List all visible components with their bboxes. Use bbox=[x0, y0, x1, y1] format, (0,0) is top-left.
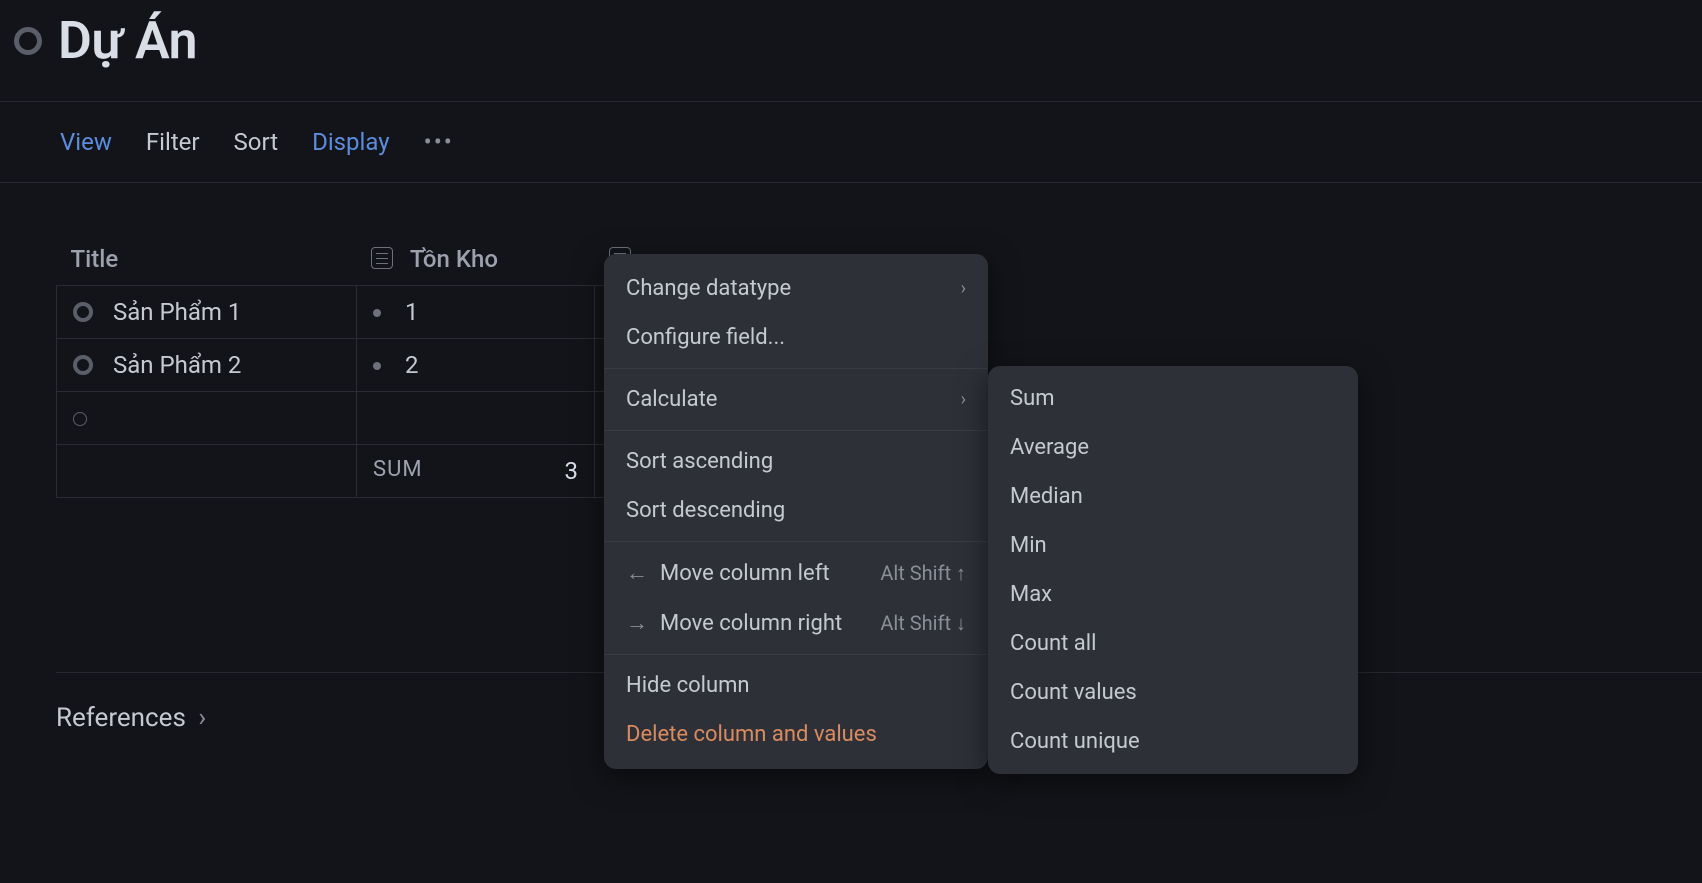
menu-label: Move column right bbox=[660, 611, 842, 636]
status-dot-icon bbox=[73, 302, 93, 322]
summary-label: SUM bbox=[373, 457, 423, 482]
summary-value: 3 bbox=[565, 457, 579, 485]
submenu-count-all[interactable]: Count all bbox=[988, 619, 1358, 668]
column-context-menu: Change datatype › Configure field... Cal… bbox=[604, 254, 988, 769]
toolbar: View Filter Sort Display ••• bbox=[0, 101, 1702, 183]
menu-separator bbox=[604, 654, 988, 655]
menu-change-datatype[interactable]: Change datatype › bbox=[604, 264, 988, 313]
calculate-submenu: Sum Average Median Min Max Count all Cou… bbox=[988, 366, 1358, 774]
bullet-icon bbox=[373, 309, 381, 317]
bullet-icon bbox=[373, 362, 381, 370]
list-icon bbox=[371, 247, 393, 269]
shortcut-label: Alt Shift ↓ bbox=[880, 611, 966, 636]
sort-button[interactable]: Sort bbox=[234, 128, 279, 156]
menu-sort-descending[interactable]: Sort descending bbox=[604, 486, 988, 535]
cell-stock: 2 bbox=[405, 351, 419, 379]
status-dot-icon bbox=[14, 27, 42, 55]
column-header-label: Tồn Kho bbox=[410, 245, 498, 273]
menu-hide-column[interactable]: Hide column bbox=[604, 661, 988, 710]
chevron-right-icon: › bbox=[198, 703, 206, 733]
menu-separator bbox=[604, 368, 988, 369]
menu-label: Change datatype bbox=[626, 276, 791, 301]
arrow-right-icon: → bbox=[626, 610, 644, 636]
more-icon[interactable]: ••• bbox=[424, 128, 454, 156]
menu-label: Move column left bbox=[660, 561, 830, 586]
menu-delete-column[interactable]: Delete column and values bbox=[604, 710, 988, 759]
page-header: Dự Án bbox=[0, 0, 1702, 101]
column-header-label: Title bbox=[71, 245, 119, 273]
menu-label: Sort descending bbox=[626, 498, 785, 523]
shortcut-label: Alt Shift ↑ bbox=[880, 561, 966, 586]
menu-separator bbox=[604, 430, 988, 431]
column-header-stock[interactable]: Tồn Kho bbox=[357, 233, 595, 286]
menu-separator bbox=[604, 541, 988, 542]
menu-configure-field[interactable]: Configure field... bbox=[604, 313, 988, 362]
submenu-min[interactable]: Min bbox=[988, 521, 1358, 570]
chevron-right-icon: › bbox=[961, 389, 966, 410]
display-button[interactable]: Display bbox=[312, 128, 390, 156]
page-title[interactable]: Dự Án bbox=[58, 10, 197, 71]
status-dot-icon bbox=[73, 355, 93, 375]
column-header-title[interactable]: Title bbox=[57, 233, 357, 286]
chevron-right-icon: › bbox=[961, 278, 966, 299]
submenu-sum[interactable]: Sum bbox=[988, 374, 1358, 423]
empty-circle-icon bbox=[73, 412, 87, 426]
menu-label: Configure field... bbox=[626, 325, 785, 350]
filter-button[interactable]: Filter bbox=[146, 128, 200, 156]
menu-label: Hide column bbox=[626, 673, 750, 698]
menu-calculate[interactable]: Calculate › bbox=[604, 375, 988, 424]
submenu-count-values[interactable]: Count values bbox=[988, 668, 1358, 717]
menu-move-left[interactable]: ← Move column left Alt Shift ↑ bbox=[604, 548, 988, 598]
submenu-max[interactable]: Max bbox=[988, 570, 1358, 619]
menu-label: Calculate bbox=[626, 387, 717, 412]
view-button[interactable]: View bbox=[60, 128, 112, 156]
submenu-count-unique[interactable]: Count unique bbox=[988, 717, 1358, 766]
menu-move-right[interactable]: → Move column right Alt Shift ↓ bbox=[604, 598, 988, 648]
menu-sort-ascending[interactable]: Sort ascending bbox=[604, 437, 988, 486]
menu-label: Delete column and values bbox=[626, 722, 877, 747]
cell-stock: 1 bbox=[405, 298, 419, 326]
menu-label: Sort ascending bbox=[626, 449, 773, 474]
references-label: References bbox=[56, 703, 186, 733]
arrow-left-icon: ← bbox=[626, 560, 644, 586]
cell-title: Sản Phẩm 2 bbox=[113, 351, 241, 379]
cell-title: Sản Phẩm 1 bbox=[113, 298, 241, 326]
submenu-average[interactable]: Average bbox=[988, 423, 1358, 472]
submenu-median[interactable]: Median bbox=[988, 472, 1358, 521]
